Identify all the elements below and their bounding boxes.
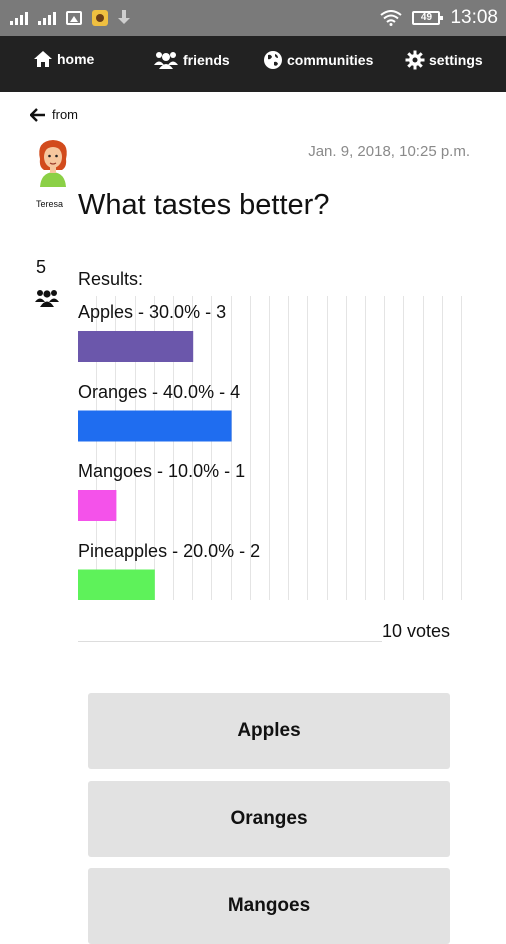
wifi-icon [380, 10, 403, 26]
gear-icon [405, 50, 425, 70]
status-icons-right: 49 13:08 [380, 0, 498, 36]
results-chart: Apples - 30.0% - 3 Oranges - 40.0% - 4 Man… [78, 296, 462, 600]
nav-communities-label: communities [287, 52, 374, 68]
bar-label-mangoes: Mangoes - 10.0% - 1 [78, 461, 246, 481]
chart-baseline [78, 641, 382, 642]
signal-icon [38, 11, 56, 25]
back-label: from [52, 107, 78, 122]
nav-home-label: home [57, 51, 95, 67]
bar-apples [78, 331, 194, 362]
bar-mangoes [78, 490, 117, 521]
app-notification-icon [92, 10, 108, 26]
signal-icon [10, 11, 28, 25]
option-button-apples[interactable]: Apples [88, 693, 450, 769]
poll-question: What tastes better? [78, 189, 330, 221]
total-votes: 10 votes [382, 621, 451, 641]
nav-settings[interactable]: settings [405, 50, 483, 70]
option-button-mangoes[interactable]: Mangoes [88, 868, 450, 944]
author-name[interactable]: Teresa [36, 199, 72, 209]
home-icon [34, 51, 52, 67]
friends-icon [154, 52, 178, 69]
bar-label-pineapples: Pineapples - 20.0% - 2 [78, 540, 261, 561]
back-link[interactable]: from [30, 107, 78, 122]
status-bar: 49 13:08 [0, 0, 506, 36]
nav-friends-label: friends [183, 52, 230, 68]
results-heading: Results: [78, 269, 144, 289]
bar-oranges [78, 410, 232, 442]
voter-count: 5 [36, 257, 47, 277]
nav-home[interactable]: home [33, 50, 94, 68]
arrow-left-icon [30, 107, 45, 122]
nav-settings-label: settings [429, 52, 483, 68]
battery-indicator: 49 [412, 11, 444, 25]
top-navbar: home friends communities settings [0, 36, 506, 92]
people-icon [35, 290, 59, 307]
globe-icon [264, 51, 282, 69]
status-icons-left [10, 0, 130, 36]
author-avatar[interactable] [34, 137, 72, 187]
bar-label-oranges: Oranges - 40.0% - 4 [78, 381, 241, 402]
nav-communities[interactable]: communities [263, 50, 373, 70]
option-button-oranges[interactable]: Oranges [88, 781, 450, 857]
bar-pineapples [78, 569, 155, 600]
download-icon [118, 10, 130, 26]
nav-friends[interactable]: friends [153, 50, 230, 70]
bar-label-apples: Apples - 30.0% - 3 [78, 302, 227, 322]
image-icon [66, 11, 82, 25]
status-clock: 13:08 [450, 7, 498, 28]
post-date: Jan. 9, 2018, 10:25 p.m. [308, 143, 470, 160]
